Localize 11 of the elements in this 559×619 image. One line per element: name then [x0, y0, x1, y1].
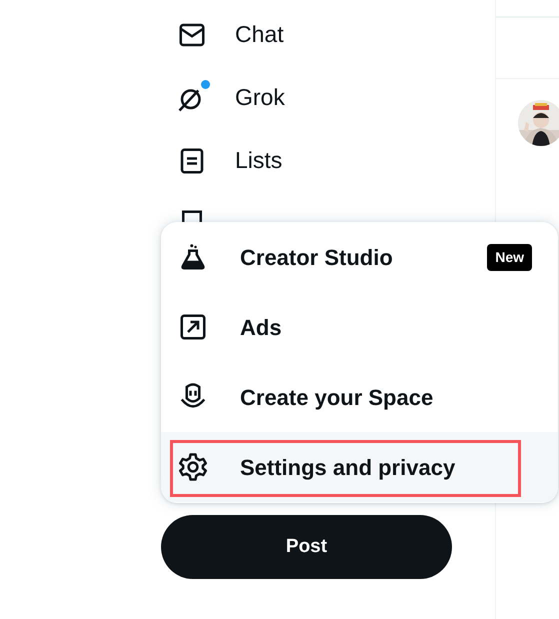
- nav-item[interactable]: Chat: [177, 3, 495, 66]
- external-link-icon: [178, 312, 208, 342]
- menu-item[interactable]: Settings and privacy: [161, 432, 558, 502]
- nav-item[interactable]: Lists: [177, 129, 495, 192]
- menu-item[interactable]: Creator Studio New: [161, 222, 558, 292]
- post-button[interactable]: Post: [161, 515, 452, 579]
- nav-item[interactable]: Grok: [177, 66, 495, 129]
- menu-item[interactable]: Ads: [161, 292, 558, 362]
- new-badge: New: [487, 244, 532, 270]
- menu-item[interactable]: Create your Space: [161, 362, 558, 432]
- settings-icon: [178, 452, 208, 482]
